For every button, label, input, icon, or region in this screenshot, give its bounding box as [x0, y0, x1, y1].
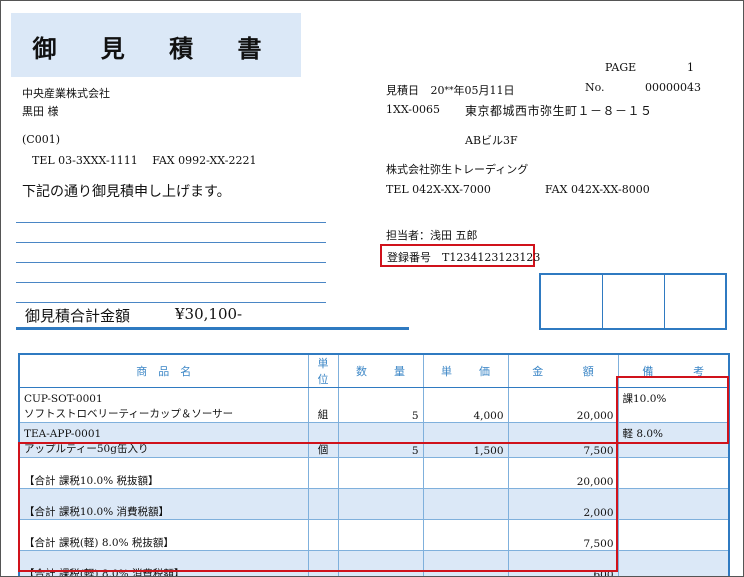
- issuer-company: 株式会社弥生トレーディング: [386, 163, 529, 176]
- customer-person: 黒田 様: [22, 105, 59, 118]
- page-label: PAGE: [605, 61, 637, 74]
- title-box: 御 見 積 書: [11, 13, 301, 77]
- blank-line: [16, 222, 326, 223]
- header-name: 商 品 名: [19, 354, 309, 388]
- quotation-document: 御 見 積 書 PAGE 1 中央産業株式会社 黒田 様 (C001) TEL …: [0, 0, 744, 577]
- blank-line: [16, 282, 326, 283]
- quote-date: 見積日 20**年05月11日: [386, 82, 515, 98]
- tax-summary-highlight: [18, 442, 618, 572]
- total-label: 御見積合計金額: [25, 307, 131, 325]
- item-price: 4,000: [423, 387, 509, 423]
- issuer-postal: 1XX-0065: [386, 103, 440, 116]
- issuer-tel: TEL 042X-XX-7000: [386, 183, 491, 196]
- page-number: 1: [687, 61, 694, 74]
- blank-line: [16, 242, 326, 243]
- stamp-box: [539, 273, 727, 330]
- item-name-cell: CUP-SOT-0001 ソフトストロベリーティーカップ＆ソーサー: [19, 387, 309, 423]
- customer-company: 中央産業株式会社: [22, 87, 110, 100]
- issuer-building: ABビル3F: [465, 134, 518, 147]
- issuer-address: 東京都城西市弥生町１－８－１５: [465, 104, 653, 118]
- stamp-cell: [541, 275, 603, 328]
- quote-date-prefix: 20: [430, 84, 445, 97]
- blank-line: [16, 262, 326, 263]
- item-qty: 5: [338, 387, 424, 423]
- header-price: 単価: [423, 354, 509, 388]
- issuer-person: 担当者：浅田 五郎: [386, 229, 478, 242]
- quote-no-value: 00000043: [645, 81, 701, 94]
- item-unit: 組: [308, 387, 339, 423]
- header-amount: 金額: [508, 354, 619, 388]
- customer-code: (C001): [22, 133, 60, 146]
- header-unit: 単位: [308, 354, 339, 388]
- header-qty: 数量: [338, 354, 424, 388]
- quote-date-suffix: 年05月11日: [453, 84, 515, 97]
- blank-line: [16, 302, 326, 303]
- quote-date-mask: **: [444, 86, 454, 96]
- customer-contact: TEL 03-3XXX-1111 FAX 0992-XX-2221: [32, 154, 257, 167]
- total-underline: [16, 327, 409, 330]
- stamp-cell: [603, 275, 665, 328]
- total-amount: ¥30,100-: [175, 305, 243, 323]
- quote-date-label: 見積日: [386, 84, 419, 97]
- quote-no-label: No.: [585, 81, 605, 94]
- tax-rate-highlight: [616, 376, 729, 444]
- greeting: 下記の通り御見積申し上げます。: [22, 184, 231, 200]
- issuer-fax: FAX 042X-XX-8000: [545, 183, 650, 196]
- item-amount: 20,000: [508, 387, 619, 423]
- document-title: 御 見 積 書: [32, 34, 280, 63]
- registration-number: 登録番号 T1234123123123: [387, 251, 541, 264]
